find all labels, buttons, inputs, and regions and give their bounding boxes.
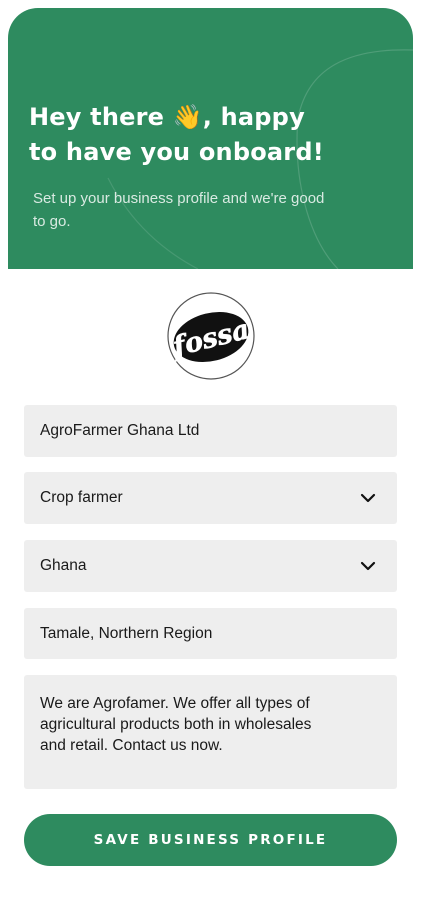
location-value: Tamale, Northern Region (40, 624, 213, 642)
country-value: Ghana (40, 557, 87, 574)
chevron-down-icon[interactable] (359, 557, 377, 575)
description-value: We are Agrofamer. We offer all types of … (40, 695, 312, 754)
welcome-title: Hey there 👋, happy to have you onboard! (29, 100, 359, 170)
business-profile-screen: Hey there 👋, happy to have you onboard! … (0, 0, 421, 905)
business-name-field[interactable]: AgroFarmer Ghana Ltd (24, 405, 397, 457)
fossa-logo-icon: fossa (167, 292, 255, 380)
location-field[interactable]: Tamale, Northern Region (24, 608, 397, 659)
welcome-title-line2: to have you onboard! (29, 138, 324, 166)
welcome-subtitle: Set up your business profile and we're g… (33, 190, 325, 230)
business-type-value: Crop farmer (40, 489, 123, 506)
save-business-profile-button[interactable]: SAVE BUSINESS PROFILE (24, 814, 397, 866)
chevron-down-icon[interactable] (359, 489, 377, 507)
country-select[interactable]: Ghana (24, 540, 397, 592)
business-type-select[interactable]: Crop farmer (24, 472, 397, 524)
welcome-header: Hey there 👋, happy to have you onboard! … (8, 8, 413, 269)
business-name-value: AgroFarmer Ghana Ltd (40, 422, 200, 439)
welcome-title-line1: Hey there 👋, happy (29, 103, 305, 131)
business-logo[interactable]: fossa (167, 292, 255, 380)
description-textarea[interactable]: We are Agrofamer. We offer all types of … (24, 675, 397, 789)
